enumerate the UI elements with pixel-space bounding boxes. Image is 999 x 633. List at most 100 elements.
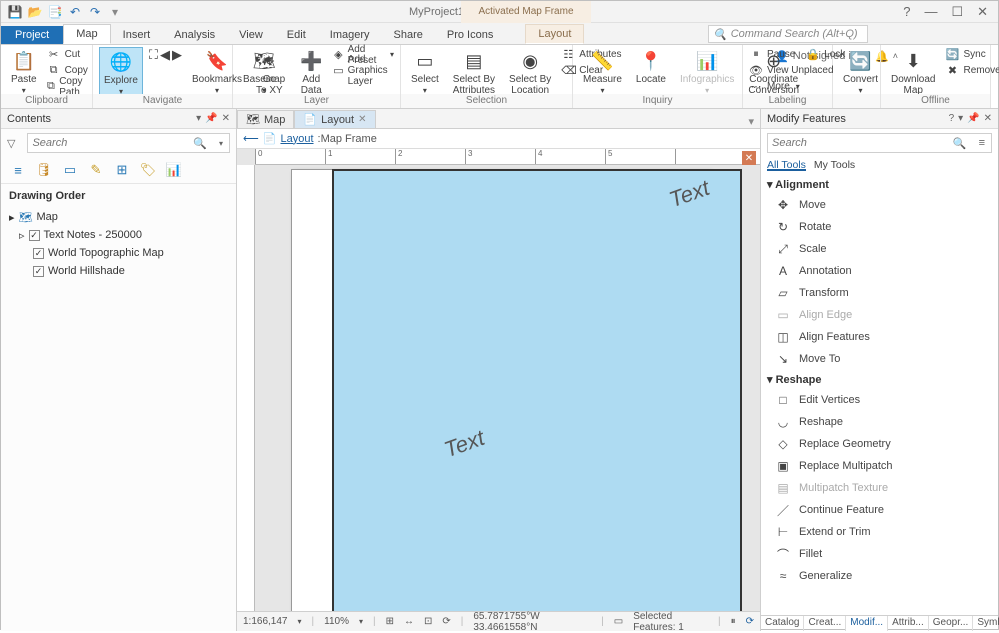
tool-list[interactable]: ▾ Alignment ✥Move↻Rotate⤢ScaleAAnnotatio… (761, 173, 998, 615)
back-icon[interactable]: ⟵ (243, 132, 259, 145)
search-menu-icon[interactable]: ▾ (213, 139, 229, 148)
refresh-icon[interactable]: ⟳ (746, 616, 754, 627)
tab-edit[interactable]: Edit (275, 26, 318, 44)
nav-full-icon[interactable]: ⛶ (149, 47, 158, 63)
status-icon-1[interactable]: ⊞ (386, 616, 394, 627)
side-tab-attrib[interactable]: Attrib... (888, 616, 929, 631)
tool-continue-feature[interactable]: ／Continue Feature (765, 499, 994, 521)
copy-path-button[interactable]: ⧉Copy Path (47, 79, 88, 94)
view-unplaced-button[interactable]: 👁View Unplaced (749, 63, 845, 78)
open-icon[interactable]: 📂 (27, 4, 43, 20)
help-button[interactable]: ? (903, 4, 910, 20)
qat-more-icon[interactable]: ▾ (107, 4, 123, 20)
doc-tab-layout[interactable]: 📄Layout✕ (294, 110, 375, 128)
tab-view[interactable]: View (227, 26, 275, 44)
side-tab-geopr[interactable]: Geopr... (929, 616, 974, 631)
remove-button[interactable]: ✖Remove (945, 63, 999, 78)
tool-scale[interactable]: ⤢Scale (765, 238, 994, 260)
text-element-2[interactable]: Text (441, 425, 488, 463)
search-icon[interactable]: 🔍 (187, 137, 213, 150)
toc-layer-hillshade[interactable]: ✓World Hillshade (33, 262, 228, 280)
undo-icon[interactable]: ↶ (67, 4, 83, 20)
tool-move[interactable]: ✥Move (765, 194, 994, 216)
tool-annotation[interactable]: AAnnotation (765, 260, 994, 282)
tool-replace-multipatch[interactable]: ▣Replace Multipatch (765, 455, 994, 477)
tab-insert[interactable]: Insert (111, 26, 163, 44)
tool-generalize[interactable]: ≈Generalize (765, 565, 994, 587)
locate-button[interactable]: 📍Locate (632, 47, 670, 87)
side-tab-catalog[interactable]: Catalog (761, 616, 804, 631)
nav-prev-icon[interactable]: ◀ (160, 47, 170, 63)
select-button[interactable]: ▭Select▾ (407, 47, 443, 97)
toc-layer-textnotes[interactable]: ▹✓Text Notes - 250000 (19, 226, 228, 244)
toc-label-icon[interactable]: 🏷 (139, 161, 157, 179)
contents-search[interactable]: 🔍 ▾ (27, 133, 230, 153)
convert-button[interactable]: 🔄Convert▾ (839, 47, 882, 97)
tool-move-to[interactable]: ↘Move To (765, 348, 994, 370)
tab-map[interactable]: Map (63, 24, 110, 44)
redo-icon[interactable]: ↷ (87, 4, 103, 20)
doc-tab-map[interactable]: 🗺Map (237, 110, 294, 128)
pane-pin-icon[interactable]: 📌 (205, 113, 217, 124)
measure-button[interactable]: 📏Measure▾ (579, 47, 626, 97)
project-tab[interactable]: Project (1, 26, 63, 44)
nav-next-icon[interactable]: ▶ (172, 47, 182, 63)
group-alignment[interactable]: ▾ Alignment (765, 175, 994, 194)
labeling-more-button[interactable]: ⋯More▾ (749, 79, 845, 94)
expand-icon[interactable]: ▹ (19, 229, 25, 242)
doc-tabs-menu-icon[interactable]: ▾ (742, 115, 760, 128)
pause-label-button[interactable]: ⏸Pause 🔒Lock (749, 47, 845, 62)
checkbox[interactable]: ✓ (33, 248, 44, 259)
layout-canvas[interactable]: 012345 ✕ Text Text Esri, NASA, NGA, (237, 149, 760, 611)
tab-analysis[interactable]: Analysis (162, 26, 227, 44)
map-frame[interactable]: Text Text Esri, NASA, NGA, (332, 169, 742, 611)
close-activation-icon[interactable]: ✕ (742, 151, 756, 165)
command-search[interactable]: 🔍 Command Search (Alt+Q) (708, 25, 868, 43)
tab-imagery[interactable]: Imagery (318, 26, 382, 44)
status-icon-3[interactable]: ⊡ (424, 616, 432, 627)
tool-align-features[interactable]: ◫Align Features (765, 326, 994, 348)
explore-button[interactable]: 🌐Explore▾ (99, 47, 143, 99)
toc-selection-icon[interactable]: ▭ (61, 161, 79, 179)
tool-extend-or-trim[interactable]: ⊢Extend or Trim (765, 521, 994, 543)
text-element-1[interactable]: Text (666, 175, 713, 213)
pane-menu-icon[interactable]: ▾ (958, 113, 963, 124)
cut-button[interactable]: ✂Cut (47, 47, 88, 62)
select-by-attr-button[interactable]: ▤Select By Attributes (449, 47, 499, 98)
pane-pin-icon[interactable]: 📌 (967, 113, 979, 124)
side-tab-modify[interactable]: Modif... (846, 616, 888, 631)
select-by-loc-button[interactable]: ◉Select By Location (505, 47, 555, 98)
side-tab-symb[interactable]: Symb... (973, 616, 999, 631)
close-tab-icon[interactable]: ✕ (358, 114, 366, 125)
status-zoom[interactable]: 110% (324, 616, 349, 627)
close-button[interactable]: ✕ (977, 4, 988, 20)
pane-close-icon[interactable]: ✕ (984, 113, 992, 124)
status-selected[interactable]: Selected Features: 1 (633, 611, 708, 633)
status-icon-4[interactable]: ⟳ (442, 616, 450, 627)
contents-search-input[interactable] (28, 137, 187, 149)
search-icon[interactable]: 🔍 (947, 137, 973, 150)
modify-search[interactable]: 🔍 ≡ (767, 133, 992, 153)
status-scale[interactable]: 1:166,147 (243, 616, 288, 627)
pane-help-icon[interactable]: ? (949, 113, 955, 124)
forward-icon[interactable]: 📑 (47, 4, 63, 20)
side-tab-create[interactable]: Creat... (804, 616, 846, 631)
tool-reshape[interactable]: ◡Reshape (765, 411, 994, 433)
scale-menu-icon[interactable]: ▾ (298, 617, 302, 626)
tool-edit-vertices[interactable]: □Edit Vertices (765, 389, 994, 411)
filter-icon[interactable]: ▽ (1, 137, 21, 150)
pane-close-icon[interactable]: ✕ (222, 113, 230, 124)
tab-my-tools[interactable]: My Tools (814, 159, 855, 171)
add-graphics-button[interactable]: ▭Add Graphics Layer (333, 63, 394, 78)
tool-rotate[interactable]: ↻Rotate (765, 216, 994, 238)
crumb-layout[interactable]: Layout (280, 133, 313, 145)
basemap-button[interactable]: 🗺Basemap▾ (239, 47, 289, 97)
toc-layer-topo[interactable]: ✓World Topographic Map (33, 244, 228, 262)
toc-edit-icon[interactable]: ✎ (87, 161, 105, 179)
toc-source-icon[interactable]: 🛢 (35, 161, 53, 179)
tab-share[interactable]: Share (382, 26, 435, 44)
infographics-button[interactable]: 📊Infographics▾ (676, 47, 738, 97)
collapse-icon[interactable]: ▸ (9, 211, 15, 224)
sync-button[interactable]: 🔄Sync (945, 47, 999, 62)
save-icon[interactable]: 💾 (7, 4, 23, 20)
